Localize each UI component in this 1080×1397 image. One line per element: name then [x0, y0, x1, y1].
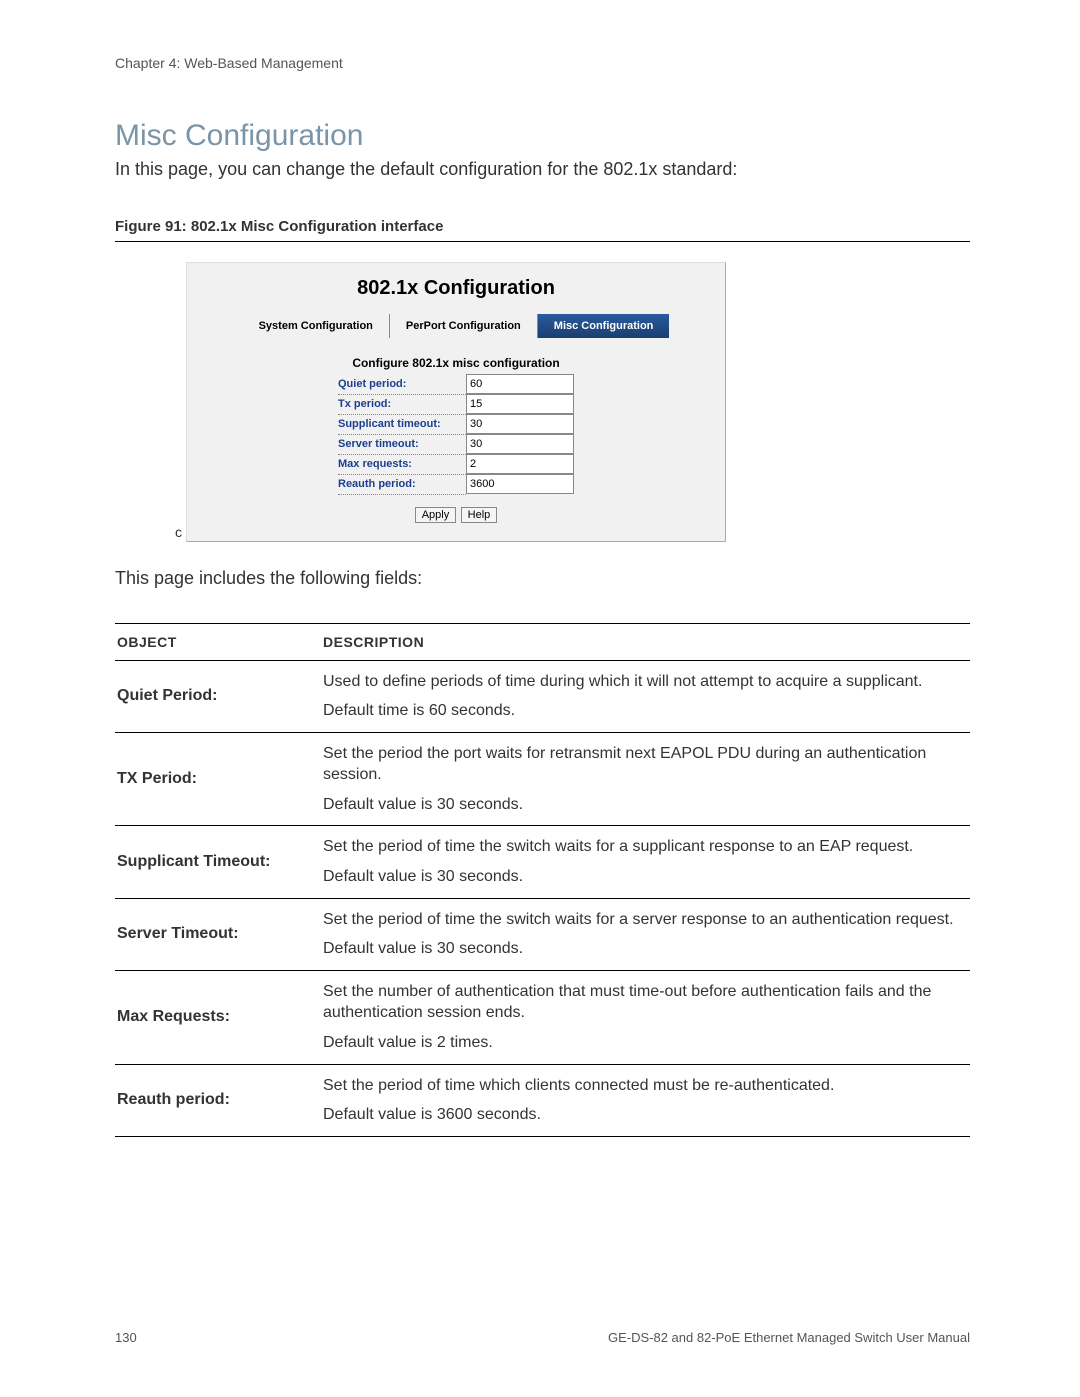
input-supplicant-timeout[interactable]: [466, 414, 574, 434]
label-supplicant-timeout: Supplicant timeout:: [338, 414, 466, 434]
desc-sub: Default time is 60 seconds.: [323, 700, 966, 722]
desc-sub: Default value is 2 times.: [323, 1032, 966, 1054]
stray-letter: c: [175, 524, 182, 542]
obj-reauth-period: Reauth period:: [115, 1064, 321, 1136]
form-table: Quiet period: Tx period: Supplicant time…: [338, 374, 574, 495]
table-row: Reauth period: Set the period of time wh…: [115, 1064, 970, 1136]
table-row: Quiet Period: Used to define periods of …: [115, 660, 970, 732]
obj-supplicant-timeout: Supplicant Timeout:: [115, 826, 321, 898]
page-title: Misc Configuration: [115, 119, 970, 153]
input-reauth-period[interactable]: [466, 474, 574, 494]
obj-quiet-period: Quiet Period:: [115, 660, 321, 732]
table-row: Server Timeout: Set the period of time t…: [115, 898, 970, 970]
desc-sub: Default value is 30 seconds.: [323, 866, 966, 888]
help-button[interactable]: Help: [461, 507, 498, 523]
col-header-object: OBJECT: [115, 623, 321, 660]
manual-title: GE-DS-82 and 82-PoE Ethernet Managed Swi…: [608, 1330, 970, 1345]
tab-system-configuration[interactable]: System Configuration: [243, 314, 390, 338]
tab-perport-configuration[interactable]: PerPort Configuration: [390, 314, 538, 338]
desc-main: Set the number of authentication that mu…: [323, 981, 966, 1024]
input-tx-period[interactable]: [466, 394, 574, 414]
label-reauth-period: Reauth period:: [338, 474, 466, 494]
desc-main: Set the period of time the switch waits …: [323, 909, 966, 931]
desc-main: Set the period of time the switch waits …: [323, 836, 966, 858]
page-number: 130: [115, 1330, 137, 1345]
chapter-header: Chapter 4: Web-Based Management: [115, 55, 970, 71]
tab-row: System Configuration PerPort Configurati…: [195, 314, 717, 338]
desc-sub: Default value is 30 seconds.: [323, 794, 966, 816]
table-row: TX Period: Set the period the port waits…: [115, 732, 970, 826]
fields-intro: This page includes the following fields:: [115, 568, 970, 589]
config-panel: 802.1x Configuration System Configuratio…: [186, 262, 726, 542]
label-max-requests: Max requests:: [338, 454, 466, 474]
figure-caption: Figure 91: 802.1x Misc Configuration int…: [115, 218, 970, 242]
intro-text: In this page, you can change the default…: [115, 159, 970, 180]
label-quiet-period: Quiet period:: [338, 374, 466, 394]
table-row: Max Requests: Set the number of authenti…: [115, 970, 970, 1064]
input-max-requests[interactable]: [466, 454, 574, 474]
desc-main: Set the period the port waits for retran…: [323, 743, 966, 786]
col-header-description: DESCRIPTION: [321, 623, 970, 660]
table-row: Supplicant Timeout: Set the period of ti…: [115, 826, 970, 898]
input-quiet-period[interactable]: [466, 374, 574, 394]
obj-tx-period: TX Period:: [115, 732, 321, 826]
panel-title: 802.1x Configuration: [195, 277, 717, 300]
desc-main: Set the period of time which clients con…: [323, 1075, 966, 1097]
fields-table: OBJECT DESCRIPTION Quiet Period: Used to…: [115, 623, 970, 1137]
label-server-timeout: Server timeout:: [338, 434, 466, 454]
tab-misc-configuration[interactable]: Misc Configuration: [538, 314, 670, 338]
obj-max-requests: Max Requests:: [115, 970, 321, 1064]
desc-sub: Default value is 3600 seconds.: [323, 1104, 966, 1126]
desc-sub: Default value is 30 seconds.: [323, 938, 966, 960]
input-server-timeout[interactable]: [466, 434, 574, 454]
apply-button[interactable]: Apply: [415, 507, 457, 523]
desc-main: Used to define periods of time during wh…: [323, 671, 966, 693]
panel-subtitle: Configure 802.1x misc configuration: [195, 356, 717, 370]
obj-server-timeout: Server Timeout:: [115, 898, 321, 970]
label-tx-period: Tx period:: [338, 394, 466, 414]
